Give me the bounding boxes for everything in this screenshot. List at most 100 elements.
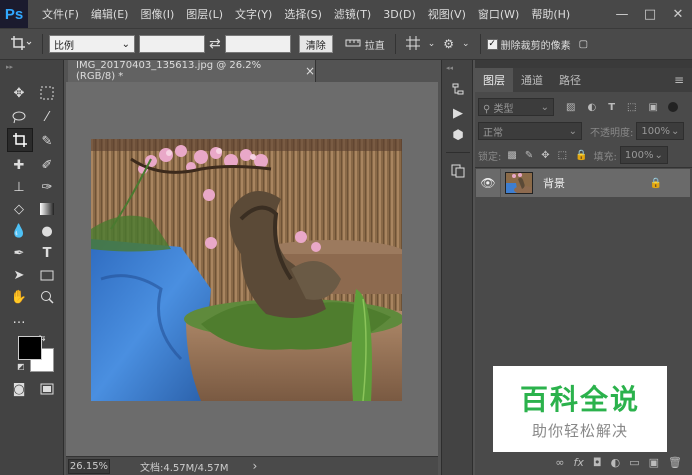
adjustment-layer-icon[interactable]: ◐: [611, 456, 621, 469]
eye-icon[interactable]: 👁: [476, 176, 500, 190]
hand-tool-icon[interactable]: ✋: [8, 286, 30, 308]
new-group-icon[interactable]: ▭: [629, 456, 639, 469]
type-filter-icon[interactable]: T: [608, 102, 615, 113]
tab-paths[interactable]: 路径: [551, 68, 589, 92]
menu-window[interactable]: 窗口(W): [472, 6, 525, 22]
blend-row: 正常 ⌄ 不透明度: 100% ⌄: [478, 121, 690, 141]
content-aware-icon[interactable]: ▢: [575, 39, 592, 50]
chevron-down-icon[interactable]: ⌄: [424, 39, 440, 49]
eraser-tool-icon[interactable]: ◇: [8, 198, 30, 220]
straighten-icon[interactable]: [341, 37, 365, 52]
ratio-select[interactable]: 比例 ⌄: [49, 35, 135, 53]
quick-mask-icon[interactable]: ◙: [8, 378, 30, 400]
blur-tool-icon[interactable]: 💧: [8, 220, 30, 242]
chevron-down-icon: ⌄: [540, 101, 549, 113]
move-tool-icon[interactable]: ✥: [8, 82, 30, 104]
menu-help[interactable]: 帮助(H): [525, 6, 576, 22]
fill-value: 100%: [624, 149, 654, 161]
document-tab[interactable]: IMG_20170403_135613.jpg @ 26.2%(RGB/8) *…: [68, 60, 316, 82]
add-mask-icon[interactable]: ◘: [593, 456, 602, 469]
eyedropper-tool-icon[interactable]: ✎: [36, 130, 58, 152]
menu-edit[interactable]: 编辑(E): [85, 6, 135, 22]
minimize-button[interactable]: —: [608, 7, 636, 22]
dodge-tool-icon[interactable]: ●: [36, 220, 58, 242]
path-selection-tool-icon[interactable]: ➤: [8, 264, 30, 286]
gradient-tool-icon[interactable]: [36, 198, 58, 220]
panel-grip[interactable]: ▸▸: [6, 63, 58, 71]
lock-transparent-icon[interactable]: ▩: [507, 150, 516, 161]
clear-button[interactable]: 清除: [298, 35, 333, 53]
grid-overlay-icon[interactable]: [402, 35, 424, 53]
crop-tool-icon[interactable]: [7, 128, 33, 152]
lock-artboard-icon[interactable]: ⬚: [558, 150, 567, 161]
menu-bar: Ps 文件(F) 编辑(E) 图像(I) 图层(L) 文字(Y) 选择(S) 滤…: [0, 0, 692, 28]
menu-layer[interactable]: 图层(L): [180, 6, 229, 22]
maximize-button[interactable]: □: [636, 7, 664, 22]
layer-kind-filter[interactable]: ⚲ 类型 ⌄: [478, 98, 554, 116]
swap-icon[interactable]: ⇄: [205, 36, 225, 52]
chevron-down-icon[interactable]: ⌄: [458, 39, 474, 49]
panel-menu-icon[interactable]: ≡: [666, 68, 692, 92]
lasso-tool-icon[interactable]: [8, 106, 30, 128]
more-tools-icon[interactable]: …: [8, 308, 30, 330]
canvas-image[interactable]: [91, 139, 402, 401]
tab-channels[interactable]: 通道: [513, 68, 551, 92]
screen-mode-icon[interactable]: [36, 378, 58, 400]
new-layer-icon[interactable]: ▣: [649, 456, 659, 469]
pixel-filter-icon[interactable]: ▨: [566, 102, 575, 113]
adjustment-filter-icon[interactable]: ◐: [587, 102, 596, 113]
layer-row-background[interactable]: 👁 背景 🔒: [476, 169, 690, 197]
panel-grip[interactable]: ◂◂: [446, 64, 468, 72]
foreground-color-swatch[interactable]: [18, 336, 42, 360]
close-icon[interactable]: ×: [305, 64, 315, 78]
trash-icon[interactable]: 🗑: [668, 456, 682, 469]
menu-view[interactable]: 视图(V): [422, 6, 472, 22]
zoom-tool-icon[interactable]: [36, 286, 58, 308]
straighten-label[interactable]: 拉直: [365, 37, 385, 52]
delete-cropped-checkbox[interactable]: ✓: [486, 38, 498, 50]
gear-icon[interactable]: ⚙: [439, 37, 458, 51]
tab-layers[interactable]: 图层: [475, 68, 513, 92]
smart-object-filter-icon[interactable]: ▣: [648, 102, 657, 113]
menu-file[interactable]: 文件(F): [36, 6, 85, 22]
brush-tool-icon[interactable]: ✐: [36, 154, 58, 176]
magic-wand-tool-icon[interactable]: ⁄: [36, 106, 58, 128]
menu-3d[interactable]: 3D(D): [377, 8, 422, 21]
layer-style-icon[interactable]: fx: [574, 456, 584, 469]
menu-type[interactable]: 文字(Y): [229, 6, 278, 22]
properties-panel-icon[interactable]: [447, 160, 469, 182]
delete-cropped-label[interactable]: 删除裁剪的像素: [501, 37, 571, 52]
zoom-level-field[interactable]: 26.15%: [68, 458, 110, 474]
lock-image-icon[interactable]: ✎: [525, 150, 533, 161]
blend-mode-select[interactable]: 正常 ⌄: [478, 122, 582, 140]
healing-brush-tool-icon[interactable]: ✚: [8, 154, 30, 176]
lock-position-icon[interactable]: ✥: [541, 150, 549, 161]
link-layers-icon[interactable]: ∞: [555, 456, 564, 469]
close-button[interactable]: ✕: [664, 7, 692, 22]
3d-panel-icon[interactable]: ⬢: [447, 124, 469, 146]
menu-filter[interactable]: 滤镜(T): [328, 6, 377, 22]
filter-toggle-icon[interactable]: [667, 102, 678, 112]
opacity-field[interactable]: 100% ⌄: [636, 122, 685, 140]
type-tool-icon[interactable]: T: [36, 242, 58, 264]
marquee-tool-icon[interactable]: [36, 82, 58, 104]
layer-name[interactable]: 背景: [543, 175, 565, 191]
clone-stamp-tool-icon[interactable]: ⊥: [8, 176, 30, 198]
blend-mode-value: 正常: [483, 127, 503, 139]
layer-thumbnail[interactable]: [505, 172, 533, 194]
rectangle-tool-icon[interactable]: [36, 264, 58, 286]
menu-image[interactable]: 图像(I): [134, 6, 180, 22]
fill-field[interactable]: 100% ⌄: [619, 146, 668, 164]
history-panel-icon[interactable]: [447, 78, 469, 100]
menu-select[interactable]: 选择(S): [278, 6, 328, 22]
status-menu-arrow[interactable]: ›: [253, 459, 258, 473]
height-input[interactable]: [224, 35, 291, 53]
default-colors-icon[interactable]: ◩: [17, 362, 27, 372]
history-brush-tool-icon[interactable]: ✑: [36, 176, 58, 198]
pen-tool-icon[interactable]: ✒: [8, 242, 30, 264]
width-input[interactable]: [139, 35, 205, 53]
crop-tool-preset-icon[interactable]: [6, 35, 36, 54]
actions-play-icon[interactable]: ▶: [447, 102, 469, 124]
shape-filter-icon[interactable]: ⬚: [627, 102, 636, 113]
lock-all-icon[interactable]: 🔒: [575, 150, 587, 161]
